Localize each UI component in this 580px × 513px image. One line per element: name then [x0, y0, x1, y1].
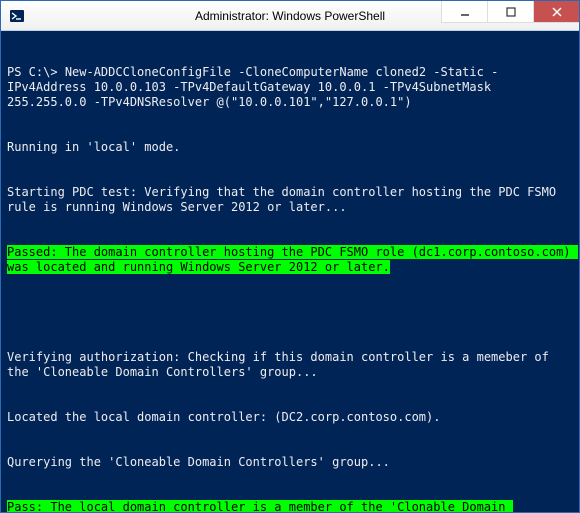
window-controls [441, 1, 579, 23]
output-line: Starting PDC test: Verifying that the do… [7, 185, 573, 215]
window-titlebar: Administrator: Windows PowerShell [1, 1, 579, 31]
prompt-line: PS C:\> New-ADDCCloneConfigFile -CloneCo… [7, 65, 573, 110]
powershell-icon [9, 8, 25, 24]
minimize-button[interactable] [441, 1, 487, 23]
console-area[interactable]: PS C:\> New-ADDCCloneConfigFile -CloneCo… [1, 31, 579, 512]
maximize-button[interactable] [487, 1, 533, 23]
pass-highlight: Pass: The local domain controller is a m… [7, 500, 513, 512]
output-line: Qurerying the 'Cloneable Domain Controll… [7, 455, 573, 470]
output-line: Located the local domain controller: (DC… [7, 410, 573, 425]
output-line: Verifying authorization: Checking if thi… [7, 350, 573, 380]
close-button[interactable] [533, 1, 579, 23]
output-pass-line: Pass: The local domain controller is a m… [7, 500, 573, 512]
output-pass-line: Passed: The domain controller hosting th… [7, 245, 573, 275]
prompt: PS C:\> [7, 65, 58, 79]
command-text: New-ADDCCloneConfigFile -CloneComputerNa… [7, 65, 498, 109]
pass-highlight: Passed: The domain controller hosting th… [7, 245, 578, 274]
output-line: Running in 'local' mode. [7, 140, 573, 155]
